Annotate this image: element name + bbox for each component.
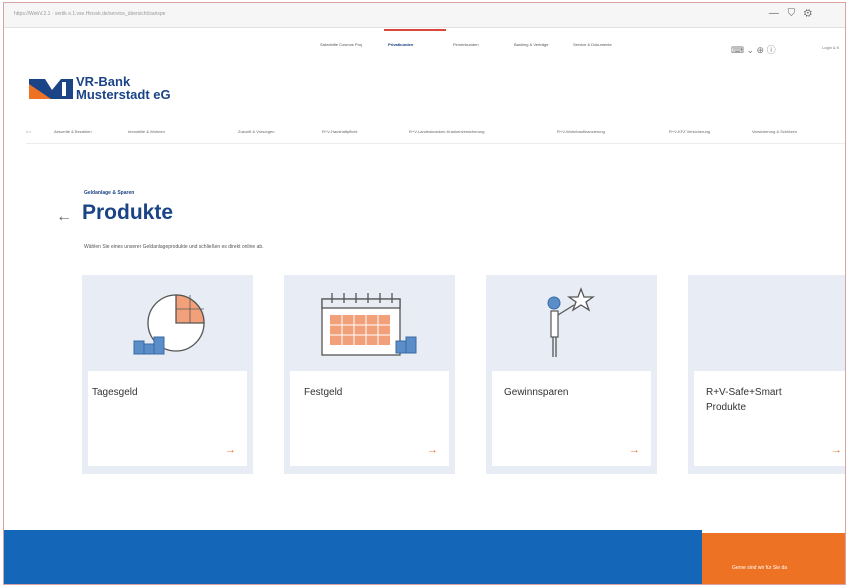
category-item-4[interactable]: R+V-Haushaftpflicht <box>322 129 357 134</box>
contact-cta[interactable]: Gerne sind wir für Sie da <box>702 533 845 584</box>
card-panel: Tagesgeld → <box>88 371 247 466</box>
top-nav-item-firmenkunden[interactable]: Firmenkunden <box>453 42 501 47</box>
category-item-3[interactable]: Zukunft & Vorsorgen <box>238 129 274 134</box>
product-card-festgeld[interactable]: Festgeld → <box>284 275 455 474</box>
card-panel: Festgeld → <box>290 371 449 466</box>
person-star-icon <box>547 287 596 357</box>
address-bar[interactable]: https://WebV.2.1 · vertik e.1.vse.Hinsvk… <box>4 3 845 28</box>
card-panel: Gewinnsparen → <box>492 371 651 466</box>
category-item-2[interactable]: Immobilie & Wohnen <box>128 129 165 134</box>
contact-cta-text: Gerne sind wir für Sie da <box>732 565 788 571</box>
arrow-right-icon[interactable]: → <box>427 444 438 456</box>
address-url[interactable]: https://WebV.2.1 · vertik e.1.vse.Hinsvk… <box>14 11 165 17</box>
product-card-gewinnsparen[interactable]: Gewinnsparen → <box>486 275 657 474</box>
logo-line-2: Musterstadt eG <box>76 87 171 102</box>
back-arrow-icon[interactable]: ← <box>56 208 72 226</box>
breadcrumb[interactable]: Geldanlage & Sparen <box>84 190 134 196</box>
window-controls[interactable]: — ⛉ ⚙ <box>769 8 815 19</box>
bank-logo-icon[interactable] <box>29 79 73 99</box>
footer-banner <box>4 530 702 584</box>
calendar-coins-icon <box>321 293 417 356</box>
intro-text: Wählen Sie eines unserer Geldanlageprodu… <box>84 244 264 250</box>
card-title: R+V-Safe+Smart Produkte <box>706 387 782 413</box>
card-title: Tagesgeld <box>92 387 138 398</box>
home-icon[interactable]: ⌂ › <box>26 129 31 134</box>
category-item-6[interactable]: R+V-Wohnbaufinanzierung <box>557 129 605 134</box>
category-item-7[interactable]: R+V-KFZ Versicherung <box>669 129 710 134</box>
top-nav-item-1[interactable]: Sakrdettle Cosmos Proj <box>320 42 368 47</box>
product-card-safe-smart[interactable]: R+V-Safe+Smart Produkte → <box>688 275 845 474</box>
login-link[interactable]: Login & K <box>822 45 839 50</box>
top-nav-item-privatkunden[interactable]: Privatkunden <box>388 42 436 47</box>
nav-divider <box>26 143 845 144</box>
top-right-icons[interactable]: ⌨ ⌄ ⊕ ⓘ <box>731 43 776 56</box>
pie-chart-coins-icon <box>133 294 205 355</box>
category-item-5[interactable]: R+V-Landeskranken-Krankenversicherung <box>409 129 485 134</box>
page-title: Produkte <box>82 201 174 224</box>
card-title: Gewinnsparen <box>504 387 569 398</box>
card-image <box>688 275 845 373</box>
arrow-right-icon[interactable]: → <box>225 444 236 456</box>
card-title: Festgeld <box>304 387 343 398</box>
category-item-1[interactable]: Absorrite & Bezahlen <box>54 129 92 134</box>
browser-window: https://WebV.2.1 · vertik e.1.vse.Hinsvk… <box>3 2 846 585</box>
card-image <box>82 275 253 373</box>
top-nav-item-service[interactable]: Service & Dokumente <box>573 42 621 47</box>
card-panel: R+V-Safe+Smart Produkte → <box>694 371 845 466</box>
top-nav-item-banking[interactable]: Banking & Verträge <box>514 42 562 47</box>
active-nav-indicator <box>384 29 446 31</box>
arrow-right-icon[interactable]: → <box>831 444 842 456</box>
product-card-tagesgeld[interactable]: Tagesgeld → <box>82 275 253 474</box>
bank-logo-text[interactable]: VR-Bank Musterstadt eG <box>76 75 171 101</box>
card-image <box>486 275 657 373</box>
category-navigation: ⌂ › Absorrite & Bezahlen Immobilie & Woh… <box>26 129 845 139</box>
card-image <box>284 275 455 373</box>
arrow-right-icon[interactable]: → <box>629 444 640 456</box>
category-item-8[interactable]: Versicherung & Schützen <box>752 129 797 134</box>
